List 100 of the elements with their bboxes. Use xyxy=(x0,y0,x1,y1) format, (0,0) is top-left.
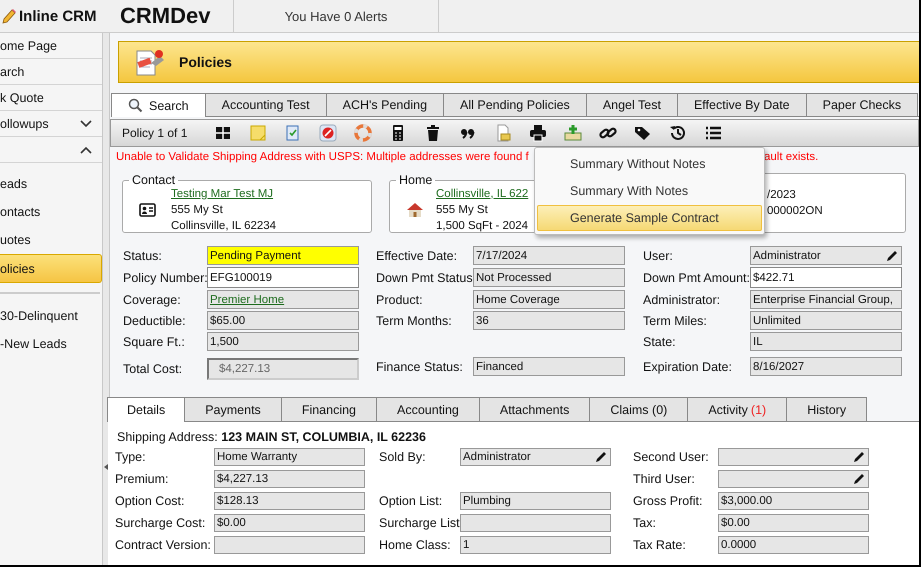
picker-field[interactable] xyxy=(718,470,869,488)
search-tab[interactable]: All Pending Policies xyxy=(443,93,587,116)
search-tab[interactable]: Accounting Test xyxy=(204,93,327,116)
menu-item[interactable]: Summary Without Notes xyxy=(537,151,762,177)
readonly-field: 36 xyxy=(473,311,625,330)
field-value: Administrator xyxy=(463,451,531,463)
card-link[interactable]: Collinsville, IL 622 xyxy=(436,186,528,202)
field-label: Option List: xyxy=(379,494,444,508)
field-label: Gross Profit: xyxy=(633,494,704,508)
card-text: 1,500 SqFt - 2024 xyxy=(436,218,528,234)
detail-tab[interactable]: Claims (0) xyxy=(589,397,688,421)
field-value: Administrator xyxy=(753,250,821,262)
field-label: Coverage: xyxy=(123,292,182,306)
readonly-field: 8/16/2027 xyxy=(750,357,902,376)
sidebar-item[interactable]: ontacts xyxy=(0,198,102,225)
pencil-icon[interactable] xyxy=(594,450,608,464)
field-label: Surcharge Cost: xyxy=(115,516,206,530)
field-label: Effective Date: xyxy=(376,248,458,262)
readonly-field: IL xyxy=(750,332,902,351)
sidebar-item[interactable]: eads xyxy=(0,170,102,197)
search-tab[interactable]: Effective By Date xyxy=(676,93,807,116)
sidebar-item[interactable]: -New Leads xyxy=(0,330,102,357)
environment-title: CRMDev xyxy=(119,3,212,29)
readonly-field: $4,227.13 xyxy=(214,470,365,488)
alerts-text[interactable]: You Have 0 Alerts xyxy=(284,8,388,24)
coverage-link[interactable]: Premier Home xyxy=(210,294,284,306)
picker-field[interactable]: Administrator xyxy=(750,246,902,265)
card-text: Collinsville, IL 62234 xyxy=(171,218,276,234)
list-icon[interactable] xyxy=(704,124,722,142)
search-tab[interactable]: Search xyxy=(111,93,206,117)
readonly-field: Not Processed xyxy=(473,268,625,287)
menu-item[interactable]: Summary With Notes xyxy=(537,178,762,204)
input-field[interactable]: EFG100019 xyxy=(207,267,359,288)
card-text: /2023 xyxy=(767,188,797,203)
field-label: State: xyxy=(643,334,677,348)
field-label: Square Ft.: xyxy=(123,334,186,348)
readonly-field: Unlimited xyxy=(750,311,902,330)
field-label: Option Cost: xyxy=(115,494,186,508)
sidebar-item[interactable]: 30-Delinquent xyxy=(0,302,102,329)
field-label: Deductible: xyxy=(123,314,187,328)
detail-tab[interactable]: Attachments xyxy=(478,397,590,421)
trash-icon[interactable] xyxy=(424,124,442,142)
chevron-up-icon xyxy=(80,146,92,154)
readonly-field: 0.0000 xyxy=(718,536,869,554)
pencil-icon[interactable] xyxy=(852,450,866,464)
card-legend: Home xyxy=(396,173,436,187)
pencil-icon[interactable] xyxy=(885,248,899,262)
lifebuoy-icon[interactable] xyxy=(354,124,372,142)
picker-field[interactable] xyxy=(718,448,869,466)
tag-icon[interactable] xyxy=(634,124,652,142)
detail-tab[interactable]: History xyxy=(786,397,868,421)
field-label: Surcharge List: xyxy=(379,516,460,530)
stop-icon[interactable] xyxy=(319,124,337,142)
card-link[interactable]: Testing Mar Test MJ xyxy=(171,186,276,202)
detail-tab[interactable]: Payments xyxy=(184,397,282,421)
readonly-field: $65.00 xyxy=(207,311,359,330)
field-label: Product: xyxy=(376,292,424,306)
card-legend: Contact xyxy=(129,173,178,187)
card-text: 000002ON xyxy=(767,204,823,219)
field-label: Term Miles: xyxy=(643,314,708,328)
record-counter: Policy 1 of 1 xyxy=(122,126,188,140)
sidebar-item[interactable]: uotes xyxy=(0,226,102,253)
printer-icon[interactable] xyxy=(529,124,547,142)
detail-tab[interactable]: Activity (1) xyxy=(687,397,788,421)
search-tab[interactable]: Paper Checks xyxy=(806,93,918,116)
input-field[interactable]: $422.71 xyxy=(750,267,902,288)
field-label: Third User: xyxy=(633,472,696,486)
field-label: Premium: xyxy=(115,472,170,486)
field-label: Second User: xyxy=(633,450,710,464)
error-message: Unable to Validate Shipping Address with USPS: Multiple addresses were found f xyxy=(116,151,529,163)
readonly-field: Enterprise Financial Group, xyxy=(750,290,902,309)
readonly-field: $128.13 xyxy=(214,492,365,510)
history-icon[interactable] xyxy=(669,124,687,142)
picker-field[interactable]: Administrator xyxy=(460,448,611,466)
readonly-field: 1 xyxy=(460,536,611,554)
pencil-icon[interactable] xyxy=(852,472,866,486)
sidebar-item[interactable]: olicies xyxy=(0,254,102,283)
readonly-field: $3,000.00 xyxy=(718,492,869,510)
readonly-field: 7/17/2024 xyxy=(473,246,625,265)
detail-tab[interactable]: Accounting xyxy=(376,397,480,421)
pencil-icon xyxy=(2,8,16,24)
detail-tab[interactable]: Details xyxy=(107,397,186,422)
grid-icon[interactable] xyxy=(214,124,232,142)
detail-tab[interactable]: Financing xyxy=(280,397,378,421)
chevron-down-icon xyxy=(80,120,92,128)
field-label: Home Class: xyxy=(379,538,452,552)
disabled-field: $4,227.13 xyxy=(207,358,359,380)
field-label: Down Pmt Amount: xyxy=(643,270,750,284)
search-tab[interactable]: ACH's Pending xyxy=(326,93,444,116)
search-tab[interactable]: Angel Test xyxy=(586,93,678,116)
field-label: Sold By: xyxy=(379,450,427,464)
field-label: Administrator: xyxy=(643,292,722,306)
readonly-field: Plumbing xyxy=(460,492,611,510)
field-label: Expiration Date: xyxy=(643,360,733,374)
field-label: Down Pmt Status: xyxy=(376,270,473,284)
collapse-arrow-icon[interactable] xyxy=(104,464,108,470)
id-card-icon xyxy=(139,202,156,216)
search-icon xyxy=(128,98,143,113)
add-icon[interactable] xyxy=(564,124,582,142)
menu-item[interactable]: Generate Sample Contract xyxy=(537,205,762,231)
